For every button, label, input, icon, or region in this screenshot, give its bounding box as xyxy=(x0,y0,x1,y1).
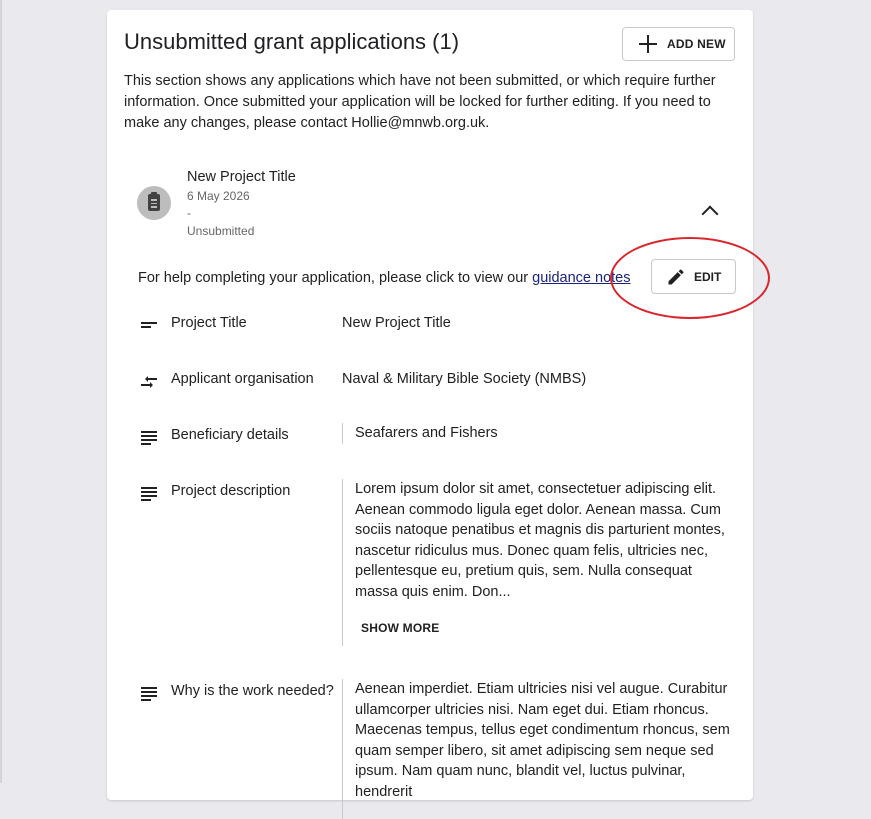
applications-card: Unsubmitted grant applications (1) ADD N… xyxy=(107,10,753,800)
field-value: Seafarers and Fishers xyxy=(342,423,738,444)
add-new-label: ADD NEW xyxy=(667,37,726,51)
swap-arrows-icon xyxy=(140,372,158,390)
help-text: For help completing your application, pl… xyxy=(138,270,630,286)
field-value-text: Seafarers and Fishers xyxy=(355,425,498,441)
field-value: Aenean imperdiet. Etiam ultricies nisi v… xyxy=(342,679,738,819)
application-header[interactable]: New Project Title 6 May 2026 - Unsubmitt… xyxy=(137,168,737,244)
clipboard-avatar-icon xyxy=(137,186,171,220)
field-value: New Project Title xyxy=(342,315,451,331)
application-date: 6 May 2026 xyxy=(187,189,250,203)
short-text-icon xyxy=(140,316,158,334)
add-new-button[interactable]: ADD NEW xyxy=(622,27,735,61)
field-value-text: Aenean imperdiet. Etiam ultricies nisi v… xyxy=(355,681,730,800)
edit-label: EDIT xyxy=(694,270,721,284)
long-text-icon xyxy=(140,684,158,702)
page-edge xyxy=(0,0,2,783)
application-dash: - xyxy=(187,206,191,220)
chevron-up-icon[interactable] xyxy=(702,206,719,223)
field-value-text: Lorem ipsum dolor sit amet, consectetuer… xyxy=(355,481,725,600)
help-text-prefix: For help completing your application, pl… xyxy=(138,270,532,286)
guidance-notes-link[interactable]: guidance notes xyxy=(532,270,630,286)
long-text-icon xyxy=(140,484,158,502)
field-label: Applicant organisation xyxy=(171,371,314,387)
edit-button[interactable]: EDIT xyxy=(651,259,736,294)
section-intro: This section shows any applications whic… xyxy=(124,71,739,134)
plus-icon xyxy=(639,35,657,53)
field-label: Project Title xyxy=(171,315,247,331)
field-label: Why is the work needed? xyxy=(171,683,334,699)
field-value: Naval & Military Bible Society (NMBS) xyxy=(342,371,586,387)
show-more-button[interactable]: SHOW MORE xyxy=(361,618,738,639)
application-title: New Project Title xyxy=(187,169,296,185)
long-text-icon xyxy=(140,428,158,446)
application-status: Unsubmitted xyxy=(187,224,254,238)
field-label: Beneficiary details xyxy=(171,427,289,443)
pencil-icon xyxy=(666,267,686,287)
section-title: Unsubmitted grant applications (1) xyxy=(124,29,459,55)
field-value: Lorem ipsum dolor sit amet, consectetuer… xyxy=(342,479,738,646)
field-label: Project description xyxy=(171,483,290,499)
